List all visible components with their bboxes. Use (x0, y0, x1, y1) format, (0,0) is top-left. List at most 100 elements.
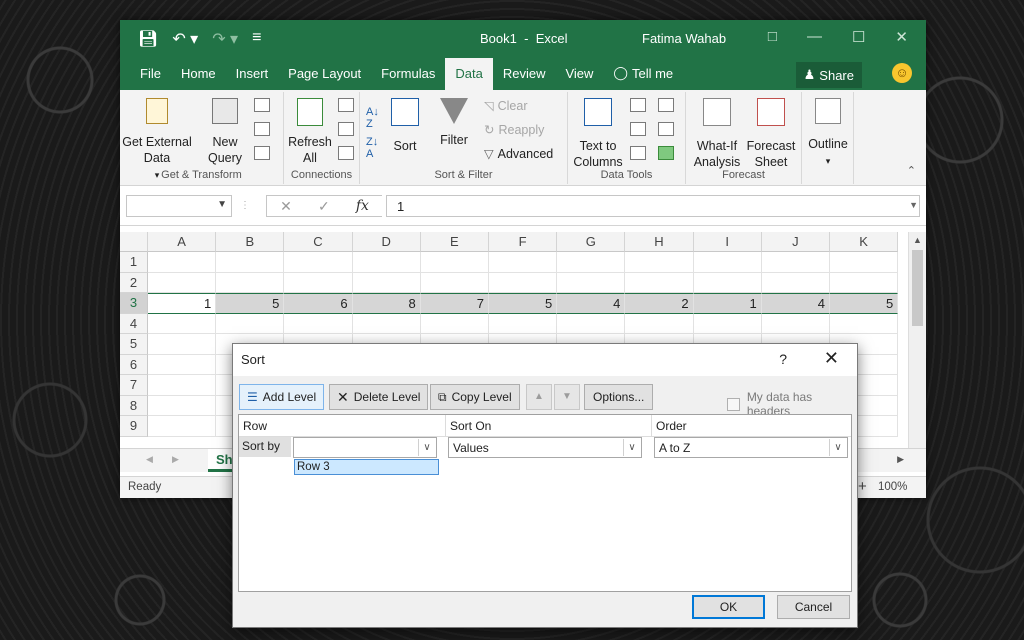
column-header-h[interactable]: H (625, 232, 694, 252)
cell-i3[interactable]: 1 (693, 293, 762, 314)
cell-a2[interactable] (148, 272, 217, 293)
recent-sources-icon[interactable] (254, 146, 270, 160)
cell-a7[interactable] (148, 375, 217, 396)
vertical-scrollbar[interactable]: ▲ ▼ (908, 232, 926, 464)
enter-icon[interactable]: ✓ (318, 198, 330, 215)
reapply-button[interactable]: ↻ Reapply (484, 122, 544, 138)
delete-level-button[interactable]: ✕ Delete Level (329, 384, 429, 410)
column-header-k[interactable]: K (830, 232, 899, 252)
relationships-icon[interactable] (658, 122, 674, 136)
row-header-3[interactable]: 3 (120, 293, 148, 314)
smiley-feedback-icon[interactable]: ☺ (892, 63, 912, 83)
column-header-j[interactable]: J (761, 232, 830, 252)
zoom-level[interactable]: 100% (878, 481, 907, 493)
column-header-a[interactable]: A (148, 232, 217, 252)
cell-b4[interactable] (216, 313, 285, 334)
clear-button[interactable]: ◹ Clear (484, 98, 528, 114)
sort-button[interactable]: Sort (388, 98, 422, 154)
copy-level-button[interactable]: ⧉ Copy Level (430, 384, 520, 410)
cell-k1[interactable] (830, 252, 899, 273)
tab-home[interactable]: Home (171, 58, 226, 90)
row-header-6[interactable]: 6 (120, 354, 148, 375)
column-header-f[interactable]: F (489, 232, 558, 252)
cell-a6[interactable] (148, 354, 217, 375)
cancel-icon[interactable]: ✕ (280, 198, 292, 215)
consolidate-icon[interactable] (658, 98, 674, 112)
select-all-corner[interactable] (120, 232, 148, 252)
formula-input[interactable]: 1 (386, 195, 920, 217)
close-icon[interactable]: ✕ (895, 28, 908, 46)
ribbon-display-icon[interactable]: □ (768, 28, 777, 46)
expand-formula-bar-icon[interactable]: ▼ (909, 200, 918, 210)
customize-qat-icon[interactable]: ≡ (252, 29, 261, 49)
cell-c2[interactable] (284, 272, 353, 293)
edit-links-icon[interactable] (338, 146, 354, 160)
cell-c4[interactable] (284, 313, 353, 334)
cancel-button[interactable]: Cancel (777, 595, 850, 619)
cell-a5[interactable] (148, 334, 217, 355)
flash-fill-icon[interactable] (630, 98, 646, 112)
scroll-up-icon[interactable]: ▲ (909, 232, 926, 248)
chevron-down-icon[interactable]: ∨ (418, 439, 435, 456)
row-header-4[interactable]: 4 (120, 313, 148, 334)
chevron-down-icon[interactable]: ∨ (623, 439, 640, 456)
cell-h2[interactable] (625, 272, 694, 293)
formula-bar-grip-icon[interactable]: ⋮ (240, 200, 250, 211)
cell-h3[interactable]: 2 (625, 293, 694, 314)
cell-g1[interactable] (557, 252, 626, 273)
cell-h1[interactable] (625, 252, 694, 273)
maximize-icon[interactable]: ☐ (852, 28, 865, 46)
from-table-icon[interactable] (254, 122, 270, 136)
cell-d4[interactable] (352, 313, 421, 334)
sort-a-z-icon[interactable]: A↓ Z (366, 106, 379, 130)
add-level-button[interactable]: ☰ Add Level (239, 384, 325, 410)
tell-me-search[interactable]: ◯ Tell me (603, 58, 683, 90)
manage-data-model-icon[interactable] (658, 146, 674, 160)
sort-on-combo[interactable]: Values ∨ (448, 437, 642, 458)
column-header-c[interactable]: C (284, 232, 353, 252)
user-name[interactable]: Fatima Wahab (642, 31, 726, 46)
cell-e2[interactable] (420, 272, 489, 293)
name-box[interactable]: ▼ (126, 195, 232, 217)
share-button[interactable]: ♟ Share (795, 62, 862, 88)
cell-j3[interactable]: 4 (761, 293, 830, 314)
row-header-1[interactable]: 1 (120, 252, 148, 273)
cell-i2[interactable] (693, 272, 762, 293)
prev-sheet-icon[interactable]: ◀ (146, 454, 153, 465)
cell-b3[interactable]: 5 (216, 293, 285, 314)
chevron-down-icon[interactable]: ▼ (217, 199, 227, 210)
row-header-9[interactable]: 9 (120, 416, 148, 437)
cell-f1[interactable] (489, 252, 558, 273)
show-queries-icon[interactable] (254, 98, 270, 112)
tab-review[interactable]: Review (493, 58, 556, 90)
tab-data[interactable]: Data (445, 58, 493, 90)
outline-button[interactable]: Outline ▾ (804, 98, 852, 169)
hscroll-right-icon[interactable]: ▶ (897, 454, 904, 465)
data-validation-icon[interactable] (630, 146, 646, 160)
cell-d3[interactable]: 8 (352, 293, 421, 314)
chevron-down-icon[interactable]: ∨ (829, 439, 846, 456)
options-button[interactable]: Options... (584, 384, 654, 410)
move-down-button[interactable]: ▼ (554, 384, 580, 410)
next-sheet-icon[interactable]: ▶ (172, 454, 179, 465)
insert-function-icon[interactable]: fx (356, 198, 369, 214)
cell-k3[interactable]: 5 (830, 293, 899, 314)
filter-button[interactable]: Filter (434, 98, 474, 148)
cell-j1[interactable] (761, 252, 830, 273)
remove-duplicates-icon[interactable] (630, 122, 646, 136)
advanced-button[interactable]: ▽ Advanced (484, 146, 553, 162)
cell-e4[interactable] (420, 313, 489, 334)
help-icon[interactable]: ? (779, 351, 787, 367)
row-header-5[interactable]: 5 (120, 334, 148, 355)
cell-f3[interactable]: 5 (489, 293, 558, 314)
cell-a9[interactable] (148, 416, 217, 437)
cell-j4[interactable] (761, 313, 830, 334)
checkbox-box[interactable] (727, 397, 740, 411)
cell-i1[interactable] (693, 252, 762, 273)
undo-icon[interactable]: ↶ ▾ (172, 29, 198, 49)
cell-a1[interactable] (148, 252, 217, 273)
tab-view[interactable]: View (555, 58, 603, 90)
cell-b1[interactable] (216, 252, 285, 273)
cell-k4[interactable] (830, 313, 899, 334)
column-header-g[interactable]: G (557, 232, 626, 252)
